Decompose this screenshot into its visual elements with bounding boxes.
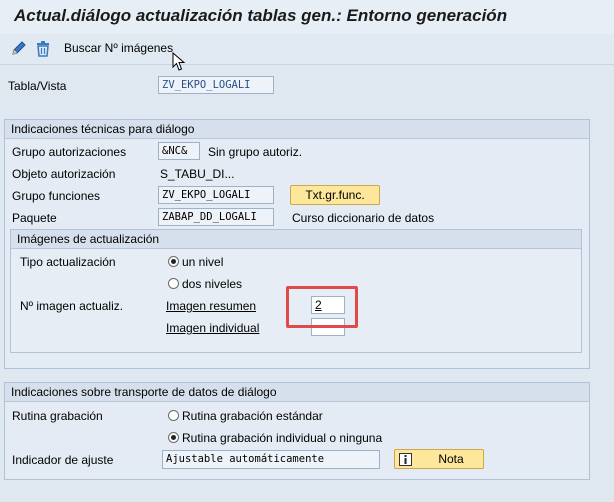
- table-view-label: Tabla/Vista: [8, 79, 67, 93]
- search-images-button[interactable]: Buscar Nº imágenes: [64, 41, 173, 55]
- table-view-field[interactable]: ZV_EKPO_LOGALI: [158, 76, 274, 94]
- one-level-label[interactable]: un nivel: [182, 255, 223, 269]
- window-title: Actual.diálogo actualización tablas gen.…: [14, 6, 508, 25]
- function-group-text-button[interactable]: Txt.gr.func.: [290, 185, 380, 205]
- package-label: Paquete: [12, 211, 57, 225]
- update-images-title: Imágenes de actualización: [11, 230, 581, 249]
- note-button-label: Nota: [438, 452, 464, 466]
- radio-standard-routine[interactable]: [168, 410, 179, 421]
- package-desc: Curso diccionario de datos: [292, 211, 435, 225]
- trash-icon[interactable]: [34, 40, 52, 58]
- individual-routine-label[interactable]: Rutina grabación individual o ninguna: [182, 431, 382, 445]
- summary-image-label[interactable]: Imagen resumen: [166, 299, 256, 313]
- mouse-cursor-icon: [172, 52, 186, 71]
- info-icon: [399, 453, 412, 466]
- auth-group-desc: Sin grupo autoriz.: [208, 145, 303, 159]
- save-routine-label: Rutina grabación: [12, 409, 103, 423]
- pencil-icon[interactable]: [10, 40, 28, 58]
- note-button[interactable]: Nota: [394, 449, 484, 469]
- title-bar: Actual.diálogo actualización tablas gen.…: [0, 0, 614, 34]
- radio-individual-routine[interactable]: [168, 432, 179, 443]
- radio-one-level[interactable]: [168, 256, 179, 267]
- two-levels-label[interactable]: dos niveles: [182, 277, 242, 291]
- auth-object-label: Objeto autorización: [12, 167, 116, 181]
- package-field[interactable]: ZABAP_DD_LOGALI: [158, 208, 274, 226]
- auth-group-field[interactable]: &NC&: [158, 142, 200, 160]
- adjust-indicator-label: Indicador de ajuste: [12, 453, 114, 467]
- function-group-label: Grupo funciones: [12, 189, 101, 203]
- function-group-field[interactable]: ZV_EKPO_LOGALI: [158, 186, 274, 204]
- radio-two-levels[interactable]: [168, 278, 179, 289]
- standard-routine-label[interactable]: Rutina grabación estándar: [182, 409, 323, 423]
- auth-group-label: Grupo autorizaciones: [12, 145, 127, 159]
- image-number-label: Nº imagen actualiz.: [20, 299, 124, 313]
- adjust-indicator-field[interactable]: Ajustable automáticamente: [162, 450, 380, 469]
- tech-settings-title: Indicaciones técnicas para diálogo: [5, 120, 589, 139]
- highlight-box: [286, 286, 358, 328]
- auth-object-value: S_TABU_DI...: [160, 167, 235, 181]
- update-type-label: Tipo actualización: [20, 255, 116, 269]
- toolbar: Buscar Nº imágenes: [0, 34, 614, 65]
- individual-image-label[interactable]: Imagen individual: [166, 321, 259, 335]
- transport-title: Indicaciones sobre transporte de datos d…: [5, 383, 589, 402]
